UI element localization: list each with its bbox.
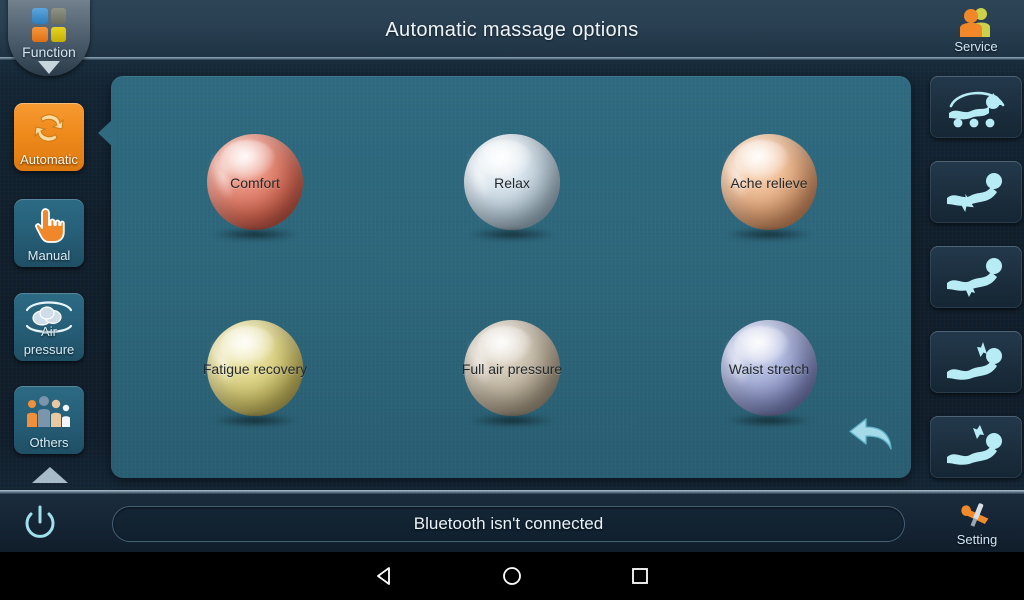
service-label: Service	[954, 39, 998, 54]
status-text: Bluetooth isn't connected	[413, 514, 604, 533]
body-rollers-icon	[949, 91, 1005, 128]
massage-chair-screen: Automatic massage options Function Autom…	[0, 0, 1024, 552]
power-button[interactable]	[20, 504, 66, 546]
sphere-shadow	[211, 228, 299, 241]
program-ache-relieve[interactable]: Ache relieve	[721, 134, 841, 266]
hand-pointer-icon	[14, 199, 84, 249]
rail-button-legrest-down[interactable]	[930, 331, 1022, 393]
function-tab-label: Function	[22, 44, 76, 60]
sidebar-item-label-top: Air	[41, 324, 57, 339]
sidebar-item-label: pressure	[23, 342, 75, 357]
recline-head-arrow-up-icon	[947, 425, 1002, 465]
sidebar-item-air-pressure[interactable]: Air pressure	[14, 293, 84, 361]
program-label: Relax	[494, 175, 530, 191]
chevron-up-icon[interactable]	[32, 465, 68, 485]
power-icon	[25, 505, 55, 538]
sphere-shadow	[725, 228, 813, 241]
grid-four-color-icon	[32, 8, 66, 42]
program-label: Comfort	[230, 175, 280, 191]
rail-button-backrest-up[interactable]	[930, 161, 1022, 223]
program-label: Fatigue recovery	[202, 361, 308, 377]
sidebar-item-others[interactable]: Others	[14, 386, 84, 454]
sidebar: Automatic Manual Air pressure Others	[0, 60, 98, 492]
sidebar-item-automatic[interactable]: Automatic	[14, 103, 84, 171]
recycle-arrows-icon	[14, 103, 84, 153]
status-bluetooth-pill[interactable]: Bluetooth isn't connected	[112, 506, 905, 542]
automatic-programs-panel: Comfort Relax Ache relieve Fatigue recov…	[111, 76, 911, 478]
recline-head-arrow-down-icon	[947, 342, 1002, 380]
sphere-shadow	[211, 414, 299, 427]
square-recents-icon[interactable]	[580, 552, 700, 600]
sphere-shadow	[725, 414, 813, 427]
right-rail: Service	[928, 0, 1024, 492]
program-relax[interactable]: Relax	[464, 134, 584, 266]
page-title: Automatic massage options	[385, 18, 639, 41]
triangle-back-icon[interactable]	[324, 552, 444, 600]
rail-button-massage-program[interactable]	[930, 76, 1022, 138]
sidebar-item-label: Manual	[27, 248, 71, 263]
program-full-air-pressure[interactable]: Full air pressure	[462, 320, 584, 452]
setting-button[interactable]: Setting	[944, 500, 1010, 548]
sidebar-item-manual[interactable]: Manual	[14, 199, 84, 267]
program-label: Ache relieve	[730, 175, 808, 191]
recline-arrow-down-right-icon	[947, 258, 1002, 297]
back-arrow-icon[interactable]	[846, 411, 898, 455]
program-comfort[interactable]: Comfort	[207, 134, 327, 266]
program-fatigue-recovery[interactable]: Fatigue recovery	[203, 320, 327, 452]
wrench-screwdriver-icon	[961, 503, 989, 527]
sphere-shadow	[468, 414, 556, 427]
header-bar: Automatic massage options	[0, 0, 1024, 60]
sphere-shadow	[468, 228, 556, 241]
service-button[interactable]: Service	[928, 2, 1024, 58]
panel-pointer-notch	[98, 118, 114, 148]
rail-button-legrest-up[interactable]	[930, 416, 1022, 478]
program-label: Waist stretch	[728, 361, 810, 377]
circle-home-icon[interactable]	[452, 552, 572, 600]
setting-label: Setting	[956, 532, 998, 547]
people-group-icon	[14, 386, 84, 436]
program-label: Full air pressure	[461, 361, 563, 377]
recline-arrow-up-left-icon	[947, 173, 1002, 212]
rail-button-backrest-down[interactable]	[930, 246, 1022, 308]
android-navbar	[0, 552, 1024, 600]
program-waist-stretch[interactable]: Waist stretch	[721, 320, 841, 452]
sidebar-item-label: Automatic	[20, 152, 78, 167]
service-people-icon	[960, 8, 990, 37]
sidebar-item-label: Others	[29, 435, 69, 450]
